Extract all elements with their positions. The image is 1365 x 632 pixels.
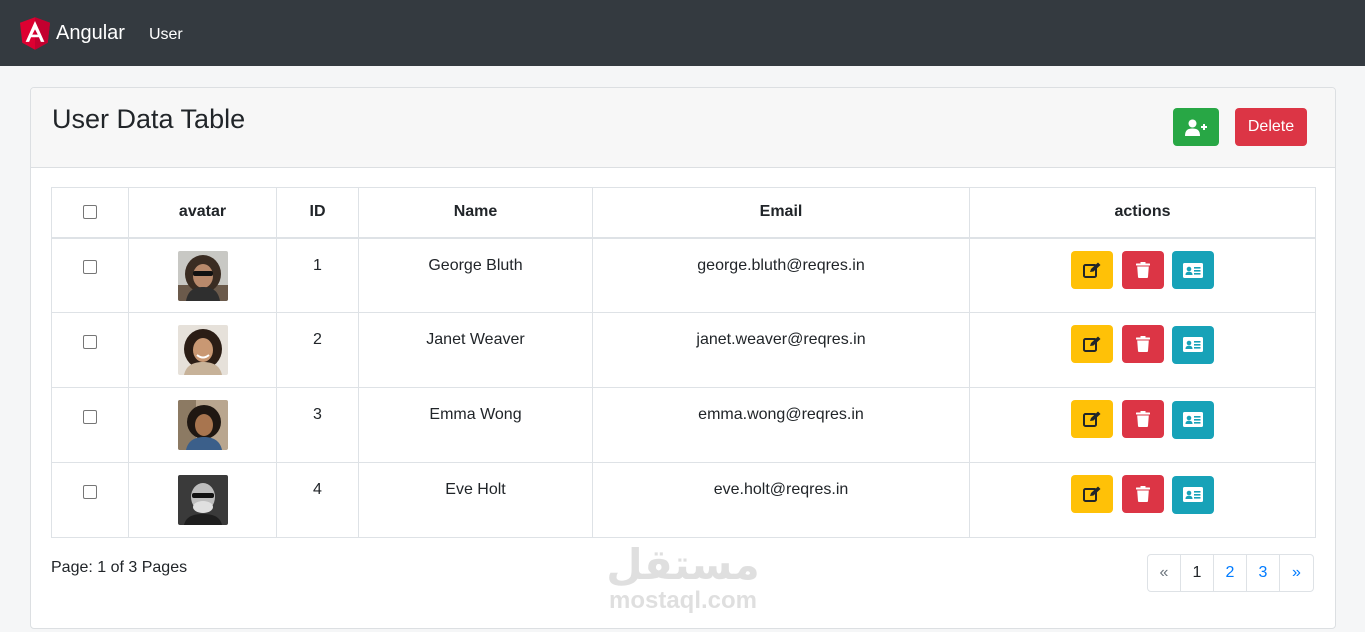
id-cell: 1 bbox=[276, 237, 359, 313]
page-title: User Data Table bbox=[52, 104, 246, 134]
email-cell: george.bluth@reqres.in bbox=[592, 237, 970, 313]
table-header-row: avatar ID Name Email actions bbox=[51, 187, 1316, 239]
user-data-card: User Data Table Delete avatar ID Name Em… bbox=[30, 87, 1336, 629]
name-cell: George Bluth bbox=[358, 237, 593, 313]
avatar bbox=[177, 475, 228, 525]
actions-cell bbox=[969, 237, 1316, 313]
id-card-icon bbox=[1182, 337, 1203, 352]
nav-link-user[interactable]: User bbox=[149, 26, 183, 44]
row-checkbox[interactable] bbox=[83, 409, 97, 424]
name-cell: Emma Wong bbox=[358, 387, 593, 463]
email-cell: emma.wong@reqres.in bbox=[592, 387, 970, 463]
row-select-cell bbox=[51, 462, 129, 538]
email-cell: janet.weaver@reqres.in bbox=[592, 312, 970, 388]
add-user-button[interactable] bbox=[1173, 108, 1219, 146]
angular-logo-icon bbox=[20, 16, 50, 50]
pagination-page-2[interactable]: 2 bbox=[1214, 555, 1247, 591]
edit-icon bbox=[1083, 486, 1101, 502]
edit-button[interactable] bbox=[1071, 475, 1114, 513]
edit-button[interactable] bbox=[1071, 400, 1114, 438]
header-select-all bbox=[51, 187, 129, 239]
actions-cell bbox=[969, 462, 1316, 538]
delete-row-button[interactable] bbox=[1121, 250, 1164, 289]
avatar bbox=[177, 325, 228, 375]
email-cell: eve.holt@reqres.in bbox=[592, 462, 970, 538]
id-card-icon bbox=[1182, 262, 1203, 278]
pagination-page-1[interactable]: 1 bbox=[1181, 555, 1214, 591]
brand-name: Angular bbox=[56, 21, 125, 44]
edit-icon bbox=[1083, 336, 1101, 352]
pagination: « 1 2 3 » bbox=[1147, 554, 1314, 592]
user-plus-icon bbox=[1185, 119, 1207, 136]
header-id: ID bbox=[276, 187, 359, 239]
edit-icon bbox=[1083, 411, 1101, 427]
header-avatar: avatar bbox=[128, 187, 277, 239]
avatar bbox=[177, 400, 228, 450]
edit-button[interactable] bbox=[1071, 250, 1114, 289]
row-checkbox[interactable] bbox=[83, 484, 97, 499]
trash-icon bbox=[1135, 411, 1150, 427]
edit-icon bbox=[1083, 262, 1101, 278]
pagination-page-3[interactable]: 3 bbox=[1247, 555, 1280, 591]
avatar-cell bbox=[128, 312, 277, 388]
avatar-cell bbox=[128, 237, 277, 313]
header-email: Email bbox=[592, 187, 970, 239]
delete-row-button[interactable] bbox=[1121, 400, 1164, 438]
view-details-button[interactable] bbox=[1171, 325, 1214, 364]
table-row: 3 Emma Wong emma.wong@reqres.in bbox=[51, 387, 1316, 463]
row-checkbox[interactable] bbox=[83, 334, 97, 349]
row-checkbox[interactable] bbox=[83, 260, 97, 275]
name-cell: Janet Weaver bbox=[358, 312, 593, 388]
page-info-text: Page: 1 of 3 Pages bbox=[51, 559, 188, 576]
table-row: 4 Eve Holt eve.holt@reqres.in bbox=[51, 462, 1316, 538]
row-select-cell bbox=[51, 237, 129, 313]
avatar bbox=[177, 250, 228, 301]
view-details-button[interactable] bbox=[1171, 251, 1214, 289]
id-cell: 4 bbox=[276, 462, 359, 538]
delete-row-button[interactable] bbox=[1121, 475, 1164, 513]
avatar-cell bbox=[128, 387, 277, 463]
view-details-button[interactable] bbox=[1171, 475, 1214, 514]
id-cell: 3 bbox=[276, 387, 359, 463]
delete-selected-button[interactable]: Delete bbox=[1235, 108, 1307, 146]
avatar-cell bbox=[128, 462, 277, 538]
id-cell: 2 bbox=[276, 312, 359, 388]
row-select-cell bbox=[51, 312, 129, 388]
actions-cell bbox=[969, 387, 1316, 463]
select-all-checkbox[interactable] bbox=[83, 205, 97, 220]
user-table: avatar ID Name Email actions 1 George Bl… bbox=[51, 187, 1316, 538]
id-card-icon bbox=[1182, 487, 1203, 502]
table-row: 2 Janet Weaver janet.weaver@reqres.in bbox=[51, 312, 1316, 388]
actions-cell bbox=[969, 312, 1316, 388]
row-select-cell bbox=[51, 387, 129, 463]
header-actions: actions bbox=[969, 187, 1316, 239]
card-header: User Data Table Delete bbox=[31, 88, 1335, 168]
header-name: Name bbox=[358, 187, 593, 239]
trash-icon bbox=[1135, 261, 1150, 278]
id-card-icon bbox=[1182, 412, 1203, 427]
pagination-next[interactable]: » bbox=[1280, 555, 1313, 591]
navbar-brand[interactable]: Angular bbox=[20, 16, 125, 50]
view-details-button[interactable] bbox=[1171, 400, 1214, 439]
user-table-wrapper: avatar ID Name Email actions 1 George Bl… bbox=[51, 187, 1316, 538]
trash-icon bbox=[1135, 336, 1150, 352]
edit-button[interactable] bbox=[1071, 325, 1114, 363]
table-row: 1 George Bluth george.bluth@reqres.in bbox=[51, 237, 1316, 313]
pagination-prev[interactable]: « bbox=[1148, 555, 1181, 591]
top-navbar: Angular User bbox=[0, 0, 1365, 66]
trash-icon bbox=[1135, 486, 1150, 502]
delete-row-button[interactable] bbox=[1121, 325, 1164, 363]
name-cell: Eve Holt bbox=[358, 462, 593, 538]
